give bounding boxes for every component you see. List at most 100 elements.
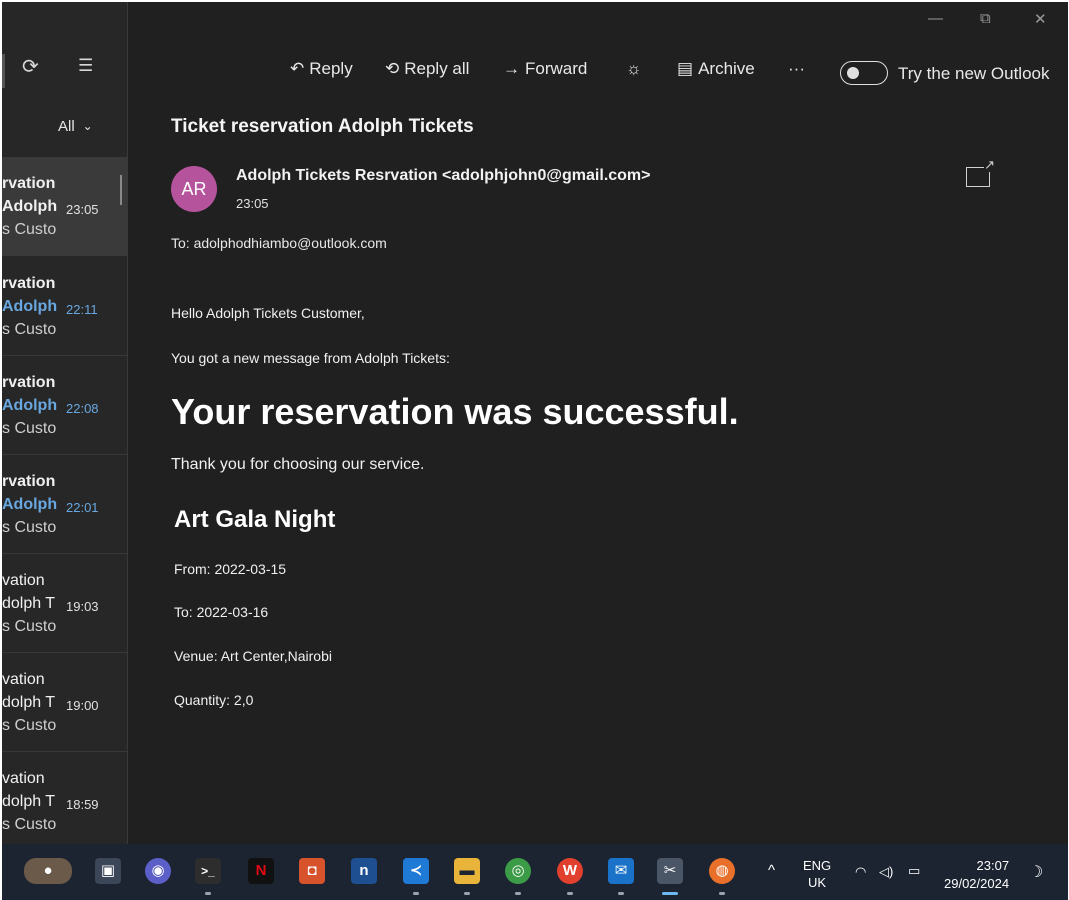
message-time: 23:05 [66, 202, 99, 217]
netflix-icon[interactable]: N [248, 858, 274, 884]
message-subject: vation [2, 671, 45, 688]
message-subject: rvation [2, 275, 56, 292]
mail-icon[interactable]: ✉ [608, 858, 634, 884]
reply-all-button[interactable]: ⟲ Reply all [385, 59, 469, 79]
list-item[interactable]: vation dolph T 18:59 s Custo [2, 752, 127, 851]
message-preview: s Custo [2, 221, 57, 238]
message-time: 22:01 [66, 500, 99, 515]
sent-time: 23:05 [236, 196, 269, 211]
notion-icon[interactable]: n [351, 858, 377, 884]
message-time: 18:59 [66, 797, 99, 812]
email-subject: Ticket reservation Adolph Tickets [171, 116, 474, 137]
list-item[interactable]: vation dolph T 19:00 s Custo [2, 653, 127, 752]
archive-icon: ▤ [677, 59, 694, 78]
chevron-up-icon[interactable]: ^ [768, 862, 775, 879]
event-name: Art Gala Night [174, 506, 336, 533]
active-indicator [662, 892, 678, 895]
pane-divider [2, 54, 5, 88]
theme-button[interactable]: ☼ [626, 59, 647, 79]
event-end-date: To: 2022-03-16 [174, 604, 269, 620]
ticket-quantity: Quantity: 2,0 [174, 692, 254, 708]
try-new-outlook-toggle[interactable] [840, 61, 888, 85]
message-sender: Adolph [2, 496, 58, 513]
running-indicator [205, 892, 211, 895]
reply-all-icon: ⟲ [385, 59, 400, 78]
sender-name[interactable]: Adolph Tickets Resrvation <adolphjohn0@g… [236, 167, 651, 185]
running-indicator [618, 892, 624, 895]
firefox-icon[interactable]: ◍ [709, 858, 735, 884]
list-item[interactable]: rvation Adolph 23:05 s Custo [2, 157, 127, 256]
archive-label: Archive [698, 59, 755, 78]
more-actions-button[interactable]: ··· [788, 59, 805, 79]
confirmation-headline: Your reservation was successful. [171, 391, 739, 432]
archive-button[interactable]: ▤ Archive [677, 59, 755, 79]
terminal-icon[interactable]: >_ [195, 858, 221, 884]
forward-label: Forward [525, 59, 588, 78]
message-subject: vation [2, 572, 45, 589]
chat-icon[interactable]: ◉ [145, 858, 171, 884]
keyboard-region: UK [808, 875, 827, 890]
snipping-tool-icon[interactable]: ✂ [657, 858, 683, 884]
reply-button[interactable]: ↶ Reply [290, 59, 353, 79]
message-time: 22:11 [66, 302, 98, 317]
message-preview: s Custo [2, 519, 57, 536]
battery-icon[interactable]: ▭ [908, 863, 920, 879]
wps-icon[interactable]: W [557, 858, 583, 884]
try-new-outlook-label: Try the new Outlook [898, 64, 1050, 83]
language-code: ENG [803, 858, 832, 873]
reply-all-label: Reply all [404, 59, 470, 78]
office-icon[interactable]: ◘ [299, 858, 325, 884]
event-start-date: From: 2022-03-15 [174, 561, 287, 577]
forward-icon: → [503, 59, 520, 78]
list-item[interactable]: rvation Adolph 22:11 s Custo [2, 257, 127, 356]
message-preview: s Custo [2, 420, 57, 437]
clock-date: 29/02/2024 [944, 876, 1010, 891]
event-venue: Venue: Art Center,Nairobi [174, 648, 332, 664]
more-icon: ··· [788, 59, 805, 78]
notifications-icon[interactable]: ☽ [1029, 862, 1043, 882]
forward-button[interactable]: → Forward [503, 59, 587, 79]
sync-icon[interactable]: ⟳ [22, 54, 39, 79]
minimize-icon[interactable]: — [928, 10, 943, 27]
selection-indicator [120, 175, 122, 205]
avatar[interactable]: AR [171, 166, 217, 212]
vscode-icon[interactable]: ≺ [403, 858, 429, 884]
message-preview: s Custo [2, 816, 57, 833]
language-indicator[interactable]: ENG UK [803, 857, 831, 891]
clock[interactable]: 23:07 29/02/2024 [944, 857, 1009, 893]
chrome-icon[interactable]: ◎ [505, 858, 531, 884]
message-subject: rvation [2, 473, 56, 490]
task-view-icon[interactable]: ▣ [95, 858, 121, 884]
clock-time: 23:07 [976, 858, 1010, 873]
greeting: Hello Adolph Tickets Customer, [171, 305, 365, 321]
list-item[interactable]: rvation Adolph 22:01 s Custo [2, 455, 127, 554]
running-indicator [719, 892, 725, 895]
filter-dropdown[interactable]: All ⌄ [58, 118, 93, 135]
chevron-down-icon: ⌄ [82, 119, 93, 133]
thanks-text: Thank you for choosing our service. [171, 456, 425, 473]
select-mode-icon[interactable]: ☰ [78, 56, 93, 76]
volume-icon[interactable]: ◁) [879, 864, 893, 880]
list-item[interactable]: vation dolph T 19:03 s Custo [2, 554, 127, 653]
message-sender: Adolph [2, 397, 58, 414]
taskbar: ● ▣ ◉ >_ N ◘ n ≺ ▬ ◎ W ✉ ✂ ◍ ^ ENG UK ◠ … [2, 844, 1068, 900]
list-toolbar: ⟳ ☰ All ⌄ [2, 2, 127, 135]
message-sender: Adolph [2, 298, 58, 315]
folder-icon[interactable]: ▬ [454, 858, 480, 884]
restore-icon[interactable]: ⧉ [980, 10, 991, 27]
pop-out-icon[interactable] [966, 158, 995, 187]
close-icon[interactable]: ✕ [1034, 10, 1047, 28]
reply-icon: ↶ [290, 59, 305, 78]
filter-label: All [58, 118, 75, 135]
message-time: 22:08 [66, 401, 99, 416]
running-indicator [515, 892, 521, 895]
message-list-pane: ⟳ ☰ All ⌄ rvation Adolph 23:05 s Custo rv… [2, 2, 128, 851]
message-preview: s Custo [2, 321, 57, 338]
list-item[interactable]: rvation Adolph 22:08 s Custo [2, 356, 127, 455]
recipient-line: To: adolphodhiambo@outlook.com [171, 235, 387, 251]
wifi-icon[interactable]: ◠ [855, 864, 866, 880]
widgets-icon[interactable]: ● [24, 858, 72, 884]
running-indicator [464, 892, 470, 895]
message-subject: vation [2, 770, 45, 787]
outlook-window: ⟳ ☰ All ⌄ rvation Adolph 23:05 s Custo rv… [2, 2, 1068, 900]
